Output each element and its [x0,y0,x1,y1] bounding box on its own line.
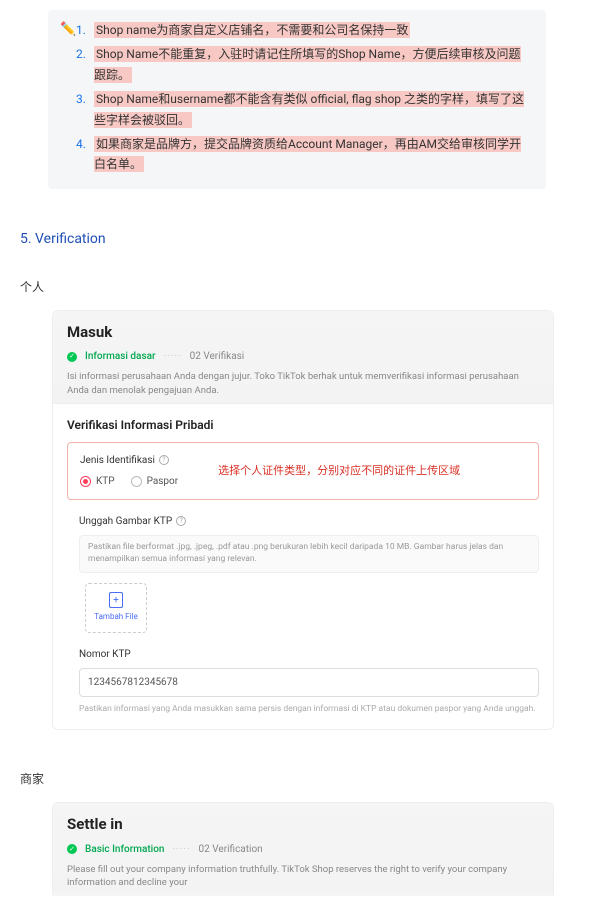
screenshot-description: Isi informasi perusahaan Anda dengan juj… [67,370,539,397]
step-verification: 02 Verifikasi [190,349,245,364]
callout-text: Shop Name不能重复，入驻时请记住所填写的Shop Name，方便后续审核… [94,46,521,82]
callout-item: Shop Name和username都不能含有类似 official, flag… [62,89,532,130]
radio-label: KTP [96,474,115,489]
nomor-ktp-hint: Pastikan informasi yang Anda masukkan sa… [79,703,539,716]
callout-item: Shop Name不能重复，入驻时请记住所填写的Shop Name，方便后续审核… [62,44,532,85]
callout-text: 如果商家是品牌方，提交品牌资质给Account Manager，再由AM交给审核… [94,136,521,172]
callout-list: Shop name为商家自定义店铺名，不需要和公司名保持一致 Shop Name… [62,20,532,175]
step-basic-info: Basic Information [85,842,164,857]
upload-button-label: Tambah File [94,611,138,623]
check-icon: ✓ [67,352,77,362]
step-separator: ····· [172,842,190,857]
section-number: 5. [20,231,32,247]
screenshot-description: Please fill out your company information… [67,863,539,890]
callout-text: Shop name为商家自定义店铺名，不需要和公司名保持一致 [94,22,410,38]
screenshot-masuk: Masuk ✓ Informasi dasar ····· 02 Verifik… [52,310,554,731]
check-icon: ✓ [67,844,77,854]
file-plus-icon [109,592,123,608]
radio-label: Paspor [147,474,179,489]
upload-hint: Pastikan file berformat .jpg, .jpeg, .pd… [79,535,539,573]
callout-text: Shop Name和username都不能含有类似 official, flag… [94,91,524,127]
help-icon[interactable]: ? [159,455,169,465]
upload-file-button[interactable]: Tambah File [85,583,147,633]
step-basic-info: Informasi dasar [85,349,156,364]
id-type-box: Jenis Identifikasi ? KTP Paspor [67,442,539,500]
personal-label: 个人 [20,278,574,296]
screenshot-settlein: Settle in ✓ Basic Information ····· 02 V… [52,802,554,896]
nomor-ktp-input[interactable]: 1234567812345678 [79,668,539,697]
breadcrumb: ✓ Basic Information ····· 02 Verificatio… [67,842,539,857]
callout-box: ✏️ Shop name为商家自定义店铺名，不需要和公司名保持一致 Shop N… [48,10,546,189]
callout-item: 如果商家是品牌方，提交品牌资质给Account Manager，再由AM交给审核… [62,134,532,175]
fade-cutoff [20,892,574,902]
callout-item: Shop name为商家自定义店铺名，不需要和公司名保持一致 [62,20,532,40]
section-heading: 5. Verification [20,229,574,250]
help-icon[interactable]: ? [176,516,186,526]
nomor-ktp-label: Nomor KTP [79,647,539,662]
section-title: Verification [35,231,106,247]
merchant-label: 商家 [20,770,574,788]
screenshot-title: Masuk [67,321,539,344]
radio-button-icon [80,476,91,487]
radio-ktp[interactable]: KTP [80,474,115,489]
id-type-radios: KTP Paspor [80,474,178,489]
upload-label: Unggah Gambar KTP ? [79,514,539,529]
step-verification: 02 Verification [199,842,263,857]
radio-paspor[interactable]: Paspor [131,474,179,489]
breadcrumb: ✓ Informasi dasar ····· 02 Verifikasi [67,349,539,364]
verification-heading: Verifikasi Informasi Pribadi [67,416,539,434]
id-type-annotation: 选择个人证件类型，分别对应不同的证件上传区域 [218,463,460,480]
screenshot-header: Masuk ✓ Informasi dasar ····· 02 Verifik… [53,311,553,404]
radio-button-icon [131,476,142,487]
screenshot-title: Settle in [67,813,539,836]
screenshot-header: Settle in ✓ Basic Information ····· 02 V… [53,803,553,896]
step-separator: ····· [164,349,182,364]
id-type-label: Jenis Identifikasi ? [80,453,178,468]
